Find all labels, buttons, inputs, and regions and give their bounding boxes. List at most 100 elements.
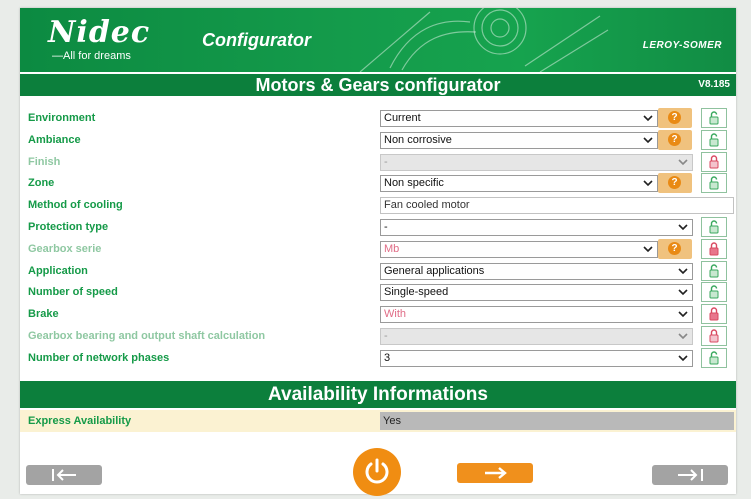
config-row-application: Application General applications xyxy=(20,260,736,283)
help-icon[interactable] xyxy=(658,173,692,194)
power-button[interactable] xyxy=(353,448,401,496)
zone-select[interactable]: Non specific xyxy=(380,175,658,193)
help-icon[interactable] xyxy=(658,108,692,128)
availability-title-bar: Availability Informations xyxy=(20,381,736,408)
row-label: Finish xyxy=(28,155,61,168)
select-value: - xyxy=(384,329,388,342)
availability-label: Express Availability xyxy=(28,415,132,427)
locked-icon xyxy=(709,329,719,343)
unlocked-icon xyxy=(709,133,719,147)
lock-toggle[interactable] xyxy=(701,260,727,281)
number-of-speed-select[interactable]: Single-speed xyxy=(380,284,693,302)
application-select[interactable]: General applications xyxy=(380,262,693,280)
availability-value: Yes xyxy=(380,412,734,430)
last-page-button[interactable] xyxy=(652,465,728,485)
field-value: Fan cooled motor xyxy=(384,199,470,212)
config-options: Environment Current Ambiance Non corrosi… xyxy=(20,108,736,370)
brand-logo: Nidec —All for dreams xyxy=(48,15,151,63)
unlocked-icon xyxy=(709,285,719,299)
config-row-network-phases: Number of network phases 3 xyxy=(20,347,736,370)
unlocked-icon xyxy=(709,351,719,365)
row-label: Gearbox bearing and output shaft calcula… xyxy=(28,329,266,342)
select-value: General applications xyxy=(384,264,485,277)
row-label: Number of network phases xyxy=(28,351,170,364)
chevron-down-icon xyxy=(678,289,688,296)
availability-title: Availability Informations xyxy=(268,384,488,405)
chevron-down-icon xyxy=(678,311,688,318)
configurator-panel: Nidec —All for dreams Configurator LEROY… xyxy=(20,8,736,496)
select-value: Mb xyxy=(384,242,400,255)
unlocked-icon xyxy=(709,176,719,190)
config-row-protection-type: Protection type - xyxy=(20,216,736,239)
row-label: Gearbox serie xyxy=(28,242,102,255)
configurator-title-bar: Motors & Gears configurator V8.185 xyxy=(20,74,736,96)
chevron-down-icon xyxy=(678,355,688,361)
chevron-down-icon xyxy=(678,268,688,274)
lock-toggle[interactable] xyxy=(701,325,727,346)
select-value: 3 xyxy=(384,351,391,364)
config-row-finish: Finish - xyxy=(20,151,736,174)
help-icon[interactable] xyxy=(658,238,692,259)
method-of-cooling-field: Fan cooled motor xyxy=(380,197,734,215)
gearbox-bearing-select[interactable]: - xyxy=(380,327,693,345)
gearbox-serie-select[interactable]: Mb xyxy=(380,240,658,258)
select-value: Current xyxy=(384,112,421,124)
partner-logo: LEROY-SOMER xyxy=(642,40,722,51)
chevron-down-icon xyxy=(643,246,653,252)
unlocked-icon xyxy=(709,220,719,234)
finish-select[interactable]: - xyxy=(380,153,693,171)
brand-name: Nidec xyxy=(48,15,151,50)
select-value: - xyxy=(384,155,388,168)
next-button[interactable] xyxy=(457,463,533,483)
ambiance-select[interactable]: Non corrosive xyxy=(380,131,658,149)
lock-toggle[interactable] xyxy=(701,304,727,325)
lock-toggle[interactable] xyxy=(701,151,727,172)
lock-toggle[interactable] xyxy=(701,129,727,150)
lock-toggle[interactable] xyxy=(701,347,727,368)
availability-row: Express Availability Yes xyxy=(20,410,736,432)
row-label: Brake xyxy=(28,308,59,321)
help-icon[interactable] xyxy=(658,129,692,150)
app-title: Configurator xyxy=(202,30,311,50)
row-label: Protection type xyxy=(28,220,109,233)
locked-icon xyxy=(709,242,719,256)
first-page-icon xyxy=(52,469,76,481)
row-label: Ambiance xyxy=(28,133,81,146)
lock-toggle[interactable] xyxy=(701,108,727,128)
lock-toggle[interactable] xyxy=(701,173,727,194)
config-row-brake: Brake With xyxy=(20,304,736,326)
chevron-down-icon xyxy=(678,224,688,231)
config-row-gearbox-bearing: Gearbox bearing and output shaft calcula… xyxy=(20,325,736,348)
unlocked-icon xyxy=(709,111,719,125)
select-value: Non corrosive xyxy=(384,133,452,146)
lock-toggle[interactable] xyxy=(701,282,727,303)
config-row-ambiance: Ambiance Non corrosive xyxy=(20,129,736,152)
config-row-number-of-speed: Number of speed Single-speed xyxy=(20,282,736,304)
next-arrow-icon xyxy=(485,467,507,479)
chevron-down-icon xyxy=(643,115,653,122)
select-value: With xyxy=(384,308,406,321)
last-page-icon xyxy=(678,469,703,481)
lock-toggle[interactable] xyxy=(701,238,727,259)
config-row-zone: Zone Non specific xyxy=(20,173,736,195)
unlocked-icon xyxy=(709,263,719,278)
page-title: Motors & Gears configurator xyxy=(255,75,501,95)
locked-icon xyxy=(709,307,719,321)
lock-toggle[interactable] xyxy=(701,216,727,237)
protection-type-select[interactable]: - xyxy=(380,218,693,236)
banner-motor-graphic xyxy=(359,8,609,72)
row-label: Method of cooling xyxy=(28,199,123,212)
chevron-down-icon xyxy=(643,180,653,187)
environment-select[interactable]: Current xyxy=(380,110,658,127)
locked-icon xyxy=(709,154,719,169)
select-value: - xyxy=(384,220,388,233)
chevron-down-icon xyxy=(678,333,688,340)
network-phases-select[interactable]: 3 xyxy=(380,349,693,367)
first-page-button[interactable] xyxy=(26,465,102,485)
config-row-gearbox-serie: Gearbox serie Mb xyxy=(20,238,736,261)
select-value: Non specific xyxy=(384,177,444,190)
config-row-environment: Environment Current xyxy=(20,108,736,130)
row-label: Number of speed xyxy=(28,286,118,299)
brake-select[interactable]: With xyxy=(380,306,693,324)
brand-tagline: —All for dreams xyxy=(52,50,131,62)
